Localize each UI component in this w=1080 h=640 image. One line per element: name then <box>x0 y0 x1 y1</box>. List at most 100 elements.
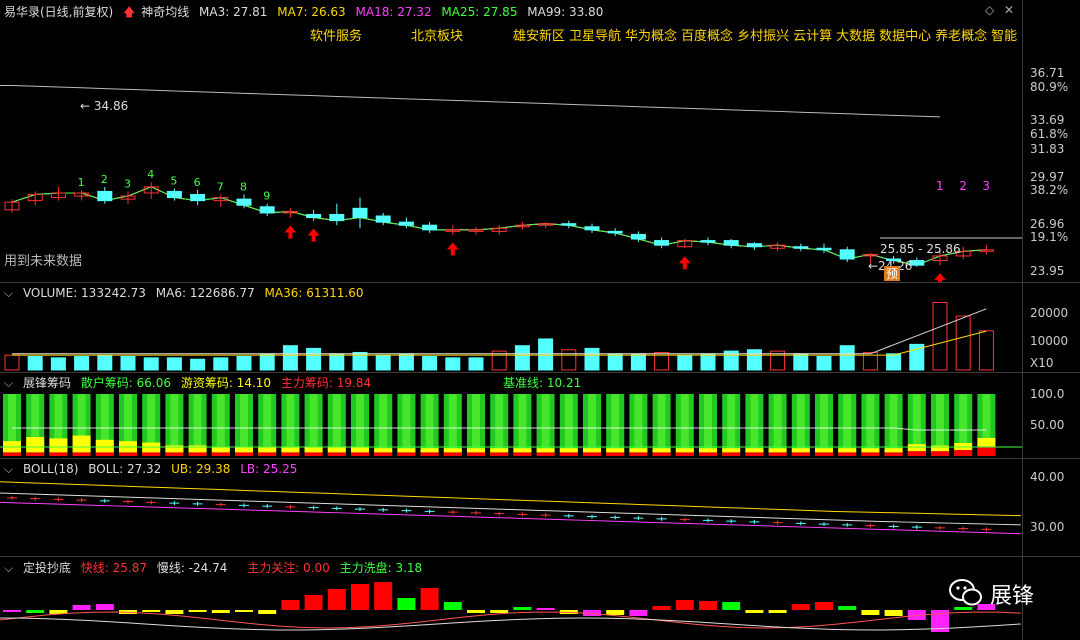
dingtou-chart <box>0 582 1021 632</box>
dingtou-bar <box>443 602 462 610</box>
main-wash-value: 主力洗盘: 3.18 <box>339 561 423 575</box>
candle-body <box>236 198 252 206</box>
chip-bar-hot <box>536 448 555 453</box>
chip-bar-main <box>745 452 764 456</box>
volume-bar <box>955 315 971 371</box>
volume-bar <box>839 345 855 371</box>
volume-bar <box>27 356 43 371</box>
chip-bar-main <box>559 452 578 456</box>
chip-bar-hot <box>513 448 532 453</box>
count-label: 7 <box>217 181 224 194</box>
chip-bar-main <box>397 452 416 456</box>
chips-axis-label: 100.0 <box>1030 387 1065 401</box>
chip-bar-hot <box>211 446 230 453</box>
chip-bar-hot <box>629 448 648 453</box>
chip-bar-main <box>675 452 694 456</box>
chip-bar-main <box>304 452 323 456</box>
collapse-icon[interactable]: ⌵ <box>4 376 13 390</box>
chip-bar-main <box>26 452 45 456</box>
count-label: 1 <box>78 176 85 189</box>
dingtou-title[interactable]: 定投抄底 <box>23 561 71 575</box>
dingtou-bar <box>374 582 393 610</box>
chip-bar-main <box>884 452 903 456</box>
chip-bar-hot <box>768 448 787 453</box>
dingtou-bar <box>699 601 717 610</box>
chip-bar-main <box>907 451 926 456</box>
forecast-badge-text: 预 <box>886 267 898 281</box>
chip-bar-hot <box>791 448 810 453</box>
candle-body <box>584 226 600 231</box>
candle-body <box>816 247 832 251</box>
chip-bar-hot <box>606 448 625 453</box>
chip-bar-main <box>49 452 68 456</box>
chip-bar-main <box>931 451 949 456</box>
wechat-icon <box>949 579 982 606</box>
boll-mid-band <box>0 492 1021 526</box>
dingtou-bar <box>235 610 253 612</box>
dingtou-bar <box>304 595 323 610</box>
chip-bar-main <box>443 452 462 456</box>
chip-bar-hot <box>699 448 717 453</box>
volume-bar <box>166 357 182 371</box>
chip-bar-main <box>583 452 601 456</box>
range-label: 25.85 - 25.86 <box>880 242 961 256</box>
count-label: 5 <box>170 174 177 187</box>
chip-bar-hot <box>815 448 833 453</box>
chip-bar-main <box>72 452 91 456</box>
price-axis-label: 19.1% <box>1030 230 1069 244</box>
volume-bar <box>978 330 994 371</box>
dingtou-bar <box>722 602 741 610</box>
volume-bar <box>886 353 902 371</box>
volume-scale-label: X10 <box>1030 356 1054 370</box>
volume-bar <box>213 357 229 371</box>
watermark: 展锋 <box>948 575 1078 611</box>
dingtou-bar <box>513 607 532 610</box>
dingtou-bar <box>815 602 833 610</box>
buy-arrow-icon <box>307 228 320 242</box>
count-label: 8 <box>240 181 247 194</box>
candle-body <box>190 194 206 202</box>
candle-body <box>422 224 438 231</box>
chip-bar-hot <box>490 448 509 453</box>
chips-chart <box>0 394 1022 456</box>
chip-bar-main <box>861 452 880 456</box>
volume-chart <box>4 302 994 371</box>
chip-bar-hot <box>72 435 91 453</box>
chip-bar-main <box>838 452 857 456</box>
count-label: 4 <box>147 168 154 181</box>
chip-bar-main <box>281 452 300 456</box>
chip-bar-main <box>815 452 833 456</box>
dingtou-bar <box>675 600 694 610</box>
volume-bar <box>468 357 484 371</box>
chip-bar-hot <box>583 448 601 453</box>
chip-bar-main <box>374 452 393 456</box>
dingtou-bar <box>838 606 857 610</box>
chip-bar-main <box>235 452 253 456</box>
candle-body <box>700 240 716 243</box>
chips-title[interactable]: 展锋筹码 <box>23 376 71 390</box>
dingtou-bar <box>884 610 903 616</box>
chip-bar-main <box>258 452 277 456</box>
chips-axis-label: 50.00 <box>1030 418 1065 432</box>
chip-bar-main <box>188 452 207 456</box>
chip-bar-main <box>142 452 161 456</box>
dingtou-bar <box>629 610 648 616</box>
chip-bar-hot <box>838 448 857 453</box>
chip-bar-hot <box>281 446 300 453</box>
dingtou-bar <box>397 598 416 610</box>
candle-body <box>654 240 670 246</box>
boll-lower-band <box>0 501 1021 535</box>
count-label: 9 <box>263 190 270 203</box>
boll-axis-label: 40.00 <box>1030 470 1065 484</box>
volume-bar <box>700 353 716 371</box>
buy-arrow-icon <box>284 225 297 239</box>
slow-line-value: 慢线: -24.74 <box>156 561 228 575</box>
volume-axis-label: 10000 <box>1030 334 1069 348</box>
price-axis-label: 29.97 <box>1030 170 1065 184</box>
chip-bar-hot <box>95 439 114 453</box>
collapse-icon[interactable]: ⌵ <box>4 561 13 575</box>
candle-body <box>723 240 739 246</box>
chip-bar-hot <box>467 448 485 453</box>
count-label: 2 <box>101 173 108 186</box>
dingtou-bar <box>281 600 300 610</box>
